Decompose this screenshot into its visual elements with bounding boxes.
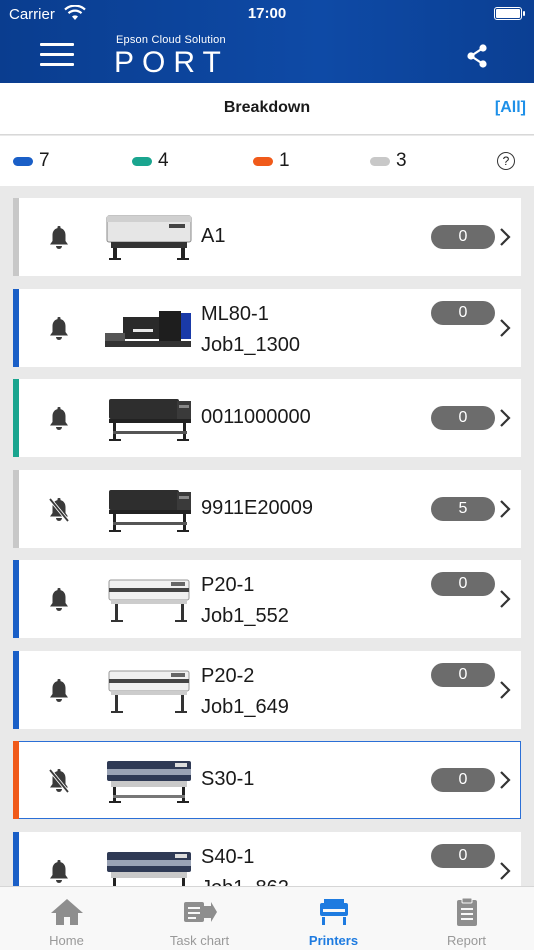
bell-off-icon[interactable] <box>47 497 71 523</box>
job-name: Job1_862 <box>201 877 289 886</box>
printer-image <box>109 399 191 441</box>
printer-card[interactable]: 9911E20009 5 <box>13 470 521 548</box>
status-stripe <box>13 379 19 457</box>
job-name: Job1_1300 <box>201 334 300 356</box>
alert-count-badge: 0 <box>431 572 495 596</box>
status-stripe <box>13 741 19 819</box>
printer-card[interactable]: ML80-1 Job1_1300 0 <box>13 289 521 367</box>
printer-card[interactable]: P20-2 Job1_649 0 <box>13 651 521 729</box>
legend-count: 4 <box>158 150 169 171</box>
legend-item-gray[interactable]: 3 <box>370 150 407 171</box>
chevron-right-icon <box>500 590 511 608</box>
printer-icon <box>319 899 348 925</box>
alert-count-badge: 0 <box>431 844 495 868</box>
printer-card[interactable]: P20-1 Job1_552 0 <box>13 560 521 638</box>
chevron-right-icon <box>500 862 511 880</box>
task-chart-icon <box>183 902 217 922</box>
legend-pill <box>370 156 390 166</box>
bell-icon[interactable] <box>47 859 71 885</box>
chevron-right-icon <box>500 319 511 337</box>
status-stripe <box>13 832 19 886</box>
status-stripe <box>13 289 19 367</box>
tab-label: Task chart <box>169 933 230 948</box>
tab-home[interactable]: Home <box>0 887 133 950</box>
printer-name: P20-2 <box>201 665 255 687</box>
status-stripe <box>13 560 19 638</box>
status-bar: Carrier 17:00 <box>0 4 534 24</box>
printer-card[interactable]: S40-1 Job1_862 0 <box>13 832 521 886</box>
alert-count-badge: 0 <box>431 663 495 687</box>
printer-list[interactable]: A1 0 ML80-1 Job1_1300 0 0011000000 0 9911E20009… <box>0 186 534 886</box>
chevron-right-icon <box>500 681 511 699</box>
legend-item-orange[interactable]: 1 <box>253 150 290 171</box>
tab-label: Printers <box>308 933 359 948</box>
chevron-right-icon <box>500 500 511 518</box>
tab-label: Home <box>49 933 84 948</box>
printer-image <box>107 852 191 886</box>
bell-icon[interactable] <box>47 587 71 613</box>
breakdown-title: Breakdown <box>223 99 311 116</box>
printer-image <box>108 670 190 713</box>
menu-button[interactable] <box>40 43 74 69</box>
printer-image <box>107 761 191 803</box>
printer-name: S40-1 <box>201 846 255 868</box>
alert-count-badge: 0 <box>431 768 495 792</box>
bell-icon[interactable] <box>47 316 71 342</box>
help-icon[interactable]: ? <box>497 152 515 170</box>
status-legend: 7 4 1 3 ? <box>0 136 534 186</box>
job-name: Job1_552 <box>201 605 289 627</box>
bell-icon[interactable] <box>47 225 71 251</box>
legend-count: 7 <box>39 150 50 171</box>
status-stripe <box>13 470 19 548</box>
bell-off-icon[interactable] <box>47 768 71 794</box>
tab-task-chart[interactable]: Task chart <box>133 887 266 950</box>
status-stripe <box>13 198 19 276</box>
printer-name: 0011000000 <box>201 406 311 428</box>
alert-count-badge: 0 <box>431 301 495 325</box>
legend-count: 3 <box>396 150 407 171</box>
brand-title: PORT <box>114 46 229 79</box>
legend-pill <box>13 156 33 166</box>
printer-image <box>108 579 190 622</box>
printer-image <box>106 215 192 260</box>
alert-count-badge: 0 <box>431 406 495 430</box>
legend-pill <box>253 156 273 166</box>
alert-count-badge: 5 <box>431 497 495 521</box>
tab-report[interactable]: Report <box>400 887 533 950</box>
home-icon <box>50 899 83 925</box>
bell-icon[interactable] <box>47 406 71 432</box>
chevron-right-icon <box>500 771 511 789</box>
legend-count: 1 <box>279 150 290 171</box>
printer-card[interactable]: S30-1 0 <box>13 741 521 819</box>
bell-icon[interactable] <box>47 678 71 704</box>
tab-bar: Home Task chart Printers Report <box>0 886 534 950</box>
legend-item-green[interactable]: 4 <box>132 150 169 171</box>
printer-name: ML80-1 <box>201 303 269 325</box>
report-icon <box>456 897 477 926</box>
legend-item-blue[interactable]: 7 <box>13 150 50 171</box>
battery-icon <box>494 7 525 20</box>
breakdown-bar: Breakdown [All] <box>0 83 534 135</box>
printer-name: 9911E20009 <box>201 497 313 519</box>
status-stripe <box>13 651 19 729</box>
printer-card[interactable]: 0011000000 0 <box>13 379 521 457</box>
printer-card[interactable]: A1 0 <box>13 198 521 276</box>
tab-printers[interactable]: Printers <box>267 887 400 950</box>
tab-label: Report <box>446 933 487 948</box>
printer-name: A1 <box>201 225 226 247</box>
printer-image <box>105 311 191 347</box>
chevron-right-icon <box>500 228 511 246</box>
legend-pill <box>132 156 152 166</box>
filter-all-link[interactable]: [All] <box>495 99 526 117</box>
app-header: Carrier 17:00 Epson Cloud Solution PORT <box>0 0 534 83</box>
brand-subtitle: Epson Cloud Solution <box>116 34 226 46</box>
printer-name: P20-1 <box>201 574 255 596</box>
share-icon[interactable] <box>464 43 490 69</box>
alert-count-badge: 0 <box>431 225 495 249</box>
printer-name: S30-1 <box>201 768 255 790</box>
printer-image <box>109 490 191 532</box>
clock: 17:00 <box>247 5 287 22</box>
job-name: Job1_649 <box>201 696 289 718</box>
chevron-right-icon <box>500 409 511 427</box>
